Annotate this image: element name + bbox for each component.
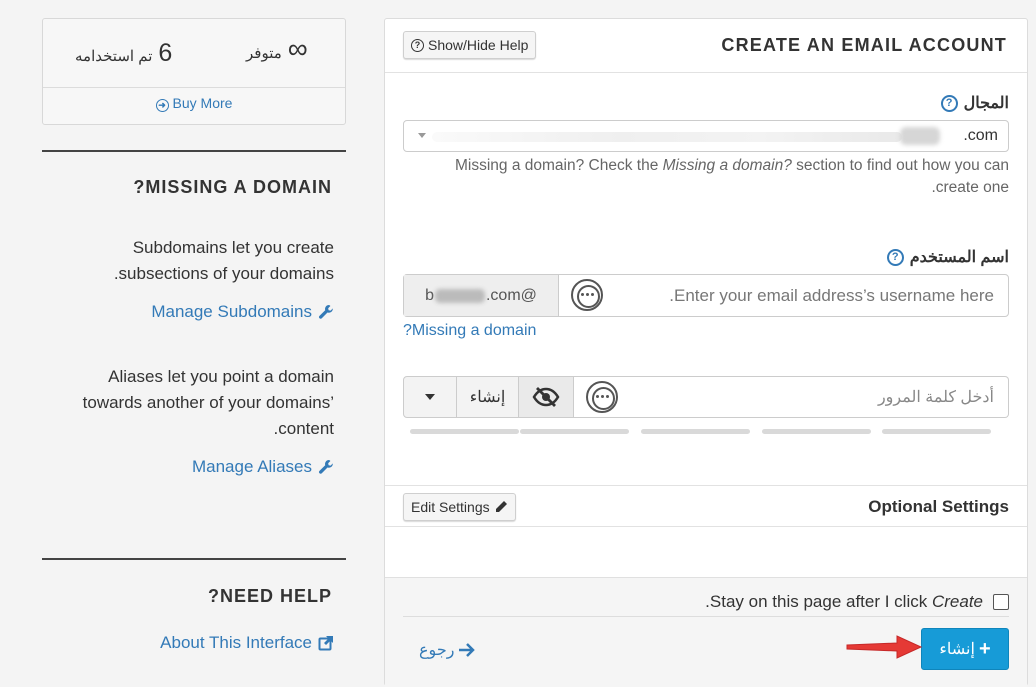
domain-label-text: المجال: [963, 95, 1009, 112]
buy-more-label: Buy More: [172, 95, 233, 111]
account-stats-box: 6 تم استخدامه ∞ متوفر ➜ Buy More: [42, 18, 346, 125]
show-hide-help-button[interactable]: ? Show/Hide Help: [403, 31, 537, 59]
missing-domain-link[interactable]: Missing a domain?: [403, 322, 536, 340]
stats-row: 6 تم استخدامه ∞ متوفر: [43, 19, 345, 88]
manage-aliases-link[interactable]: Manage Aliases: [192, 457, 334, 477]
pencil-icon: [495, 501, 507, 512]
create-label: إنشاء: [939, 641, 975, 658]
panel-header: ? Show/Hide Help CREATE AN EMAIL ACCOUNT: [385, 19, 1027, 73]
external-link-icon: [318, 636, 333, 651]
addon-suffix: .com@: [485, 286, 537, 304]
subdomains-description: Subdomains let you create subsections of…: [113, 238, 334, 283]
strength-segment: [762, 429, 871, 434]
panel-title: CREATE AN EMAIL ACCOUNT: [721, 35, 1007, 55]
circle-arrow-icon: ➜: [155, 99, 169, 112]
domain-help-text: Missing a domain? Check the Missing a do…: [409, 155, 1009, 199]
question-circle-icon: ?: [411, 38, 424, 52]
redacted-text: [434, 288, 485, 303]
caret-down-icon: [418, 133, 426, 138]
edit-settings-label: Edit Settings: [411, 499, 490, 515]
username-label: اسم المستخدم ?: [886, 247, 1009, 267]
stay-em: Create: [931, 592, 983, 611]
annotation-arrow-icon: [846, 635, 923, 659]
create-button[interactable]: إنشاء +: [921, 628, 1009, 670]
username-help-icon[interactable]: ?: [886, 248, 904, 266]
create-email-panel: ? Show/Hide Help CREATE AN EMAIL ACCOUNT…: [384, 18, 1028, 687]
domain-help-em: Missing a domain?: [662, 157, 792, 174]
aliases-description: Aliases let you point a domain towards a…: [82, 367, 334, 438]
domain-help-prefix: Missing a domain? Check the: [454, 157, 663, 174]
password-input[interactable]: أدخل كلمة المرور: [574, 376, 1009, 418]
form-footer: Stay on this page after I click Create. …: [385, 577, 1027, 687]
need-help-heading: NEED HELP?: [207, 586, 332, 606]
stay-on-page-option[interactable]: Stay on this page after I click Create.: [705, 592, 1009, 612]
strength-segment: [641, 429, 750, 434]
optional-settings-title: Optional Settings: [868, 497, 1009, 516]
available-stat: ∞ متوفر: [246, 33, 308, 64]
divider: [42, 150, 346, 152]
buy-more-link[interactable]: ➜ Buy More: [43, 95, 345, 112]
password-manager-icon[interactable]: [571, 279, 603, 311]
password-options-dropdown[interactable]: [403, 376, 457, 418]
addon-prefix: b: [425, 286, 434, 304]
available-count: ∞: [287, 33, 308, 64]
optional-settings-header: Edit Settings Optional Settings: [385, 485, 1027, 527]
strength-segment: [410, 429, 519, 434]
edit-settings-button[interactable]: Edit Settings: [403, 493, 516, 521]
password-input-group: إنشاء أدخل كلمة المرور: [403, 376, 1009, 418]
username-label-text: اسم المستخدم: [909, 249, 1009, 266]
used-count: 6: [158, 39, 173, 67]
redacted-text: [432, 132, 902, 142]
manage-subdomains-label: Manage Subdomains: [151, 302, 312, 321]
domain-select[interactable]: .com: [403, 120, 1009, 152]
show-hide-help-label: Show/Hide Help: [428, 37, 529, 53]
domain-help-icon[interactable]: ?: [940, 94, 958, 112]
back-label: رجوع: [419, 642, 455, 659]
strength-segment: [882, 429, 991, 434]
username-input-group: b .com@ Enter your email address’s usern…: [403, 274, 1009, 317]
available-label: متوفر: [246, 45, 282, 62]
about-interface-link[interactable]: About This Interface: [160, 633, 334, 653]
wrench-icon: [319, 460, 333, 474]
divider: [403, 616, 1009, 617]
redacted-text: [900, 127, 940, 145]
back-link[interactable]: رجوع: [419, 640, 476, 660]
about-interface-label: About This Interface: [160, 633, 312, 652]
divider: [42, 558, 346, 560]
arrow-right-icon: [459, 643, 476, 657]
username-input[interactable]: Enter your email address’s username here…: [559, 275, 1008, 316]
strength-segment: [520, 429, 629, 434]
eye-slash-icon: [532, 387, 560, 407]
generate-password-button[interactable]: إنشاء: [457, 376, 519, 418]
used-stat: 6 تم استخدامه: [75, 39, 172, 68]
domain-help-suffix: section to find out how you can create o…: [791, 157, 1009, 196]
stay-on-page-label: Stay on this page after I click Create.: [705, 592, 983, 612]
password-manager-icon[interactable]: [586, 381, 618, 413]
manage-subdomains-link[interactable]: Manage Subdomains: [151, 302, 334, 322]
username-placeholder: Enter your email address’s username here…: [669, 285, 994, 305]
stay-prefix: Stay on this page after I click: [709, 592, 932, 611]
wrench-icon: [319, 305, 333, 319]
used-label: تم استخدامه: [75, 48, 153, 65]
missing-domain-heading: MISSING A DOMAIN?: [133, 177, 332, 197]
domain-value: .com: [963, 127, 998, 144]
toggle-password-visibility-button[interactable]: [519, 376, 574, 418]
password-placeholder: أدخل كلمة المرور: [877, 389, 994, 406]
plus-icon: +: [978, 637, 991, 660]
stay-on-page-checkbox[interactable]: [993, 594, 1009, 610]
domain-addon: b .com@: [404, 275, 559, 316]
domain-label: المجال ?: [940, 93, 1009, 113]
manage-aliases-label: Manage Aliases: [191, 457, 312, 476]
